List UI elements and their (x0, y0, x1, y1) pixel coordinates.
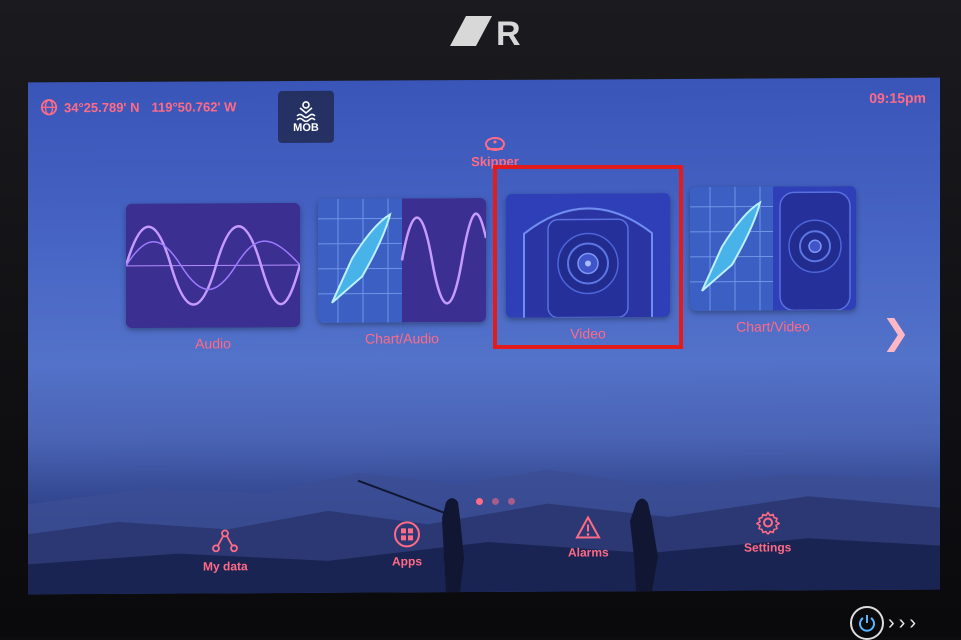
audio-thumbnail (126, 203, 300, 328)
power-button[interactable] (850, 606, 884, 640)
tile-label: Chart/Audio (365, 330, 439, 346)
tile-label: Chart/Video (736, 318, 810, 334)
chevron-right-icon: › (899, 612, 906, 635)
power-icon (858, 614, 876, 632)
latitude-value: 34°25.789' N (64, 99, 140, 114)
alarms-icon (575, 515, 601, 539)
chart-video-thumbnail (690, 186, 856, 311)
position-readout: 34°25.789' N 119°50.762' W (40, 97, 236, 116)
page-dot[interactable] (476, 498, 483, 505)
next-page-icon[interactable]: ❯ (882, 316, 911, 350)
page-dot[interactable] (508, 498, 515, 505)
app-tile-chart-video[interactable]: Chart/Video (690, 186, 856, 335)
my-data-label: My data (203, 559, 248, 573)
alarms-button[interactable]: Alarms (568, 515, 609, 559)
mob-icon (295, 100, 317, 122)
chevron-right-icon: › (909, 612, 916, 635)
chart-audio-thumbnail (318, 198, 486, 323)
page-dot[interactable] (492, 498, 499, 505)
settings-button[interactable]: Settings (744, 510, 791, 554)
selection-highlight (493, 165, 683, 349)
chevron-right-icon: › (888, 612, 895, 635)
my-data-button[interactable]: My data (203, 529, 248, 573)
background-landscape (28, 390, 940, 595)
app-tile-chart-audio[interactable]: Chart/Audio (318, 198, 486, 347)
mob-label: MOB (293, 122, 319, 134)
display-screen: 34°25.789' N 119°50.762' W 09:15pm MOB S… (28, 78, 940, 595)
settings-label: Settings (744, 540, 791, 554)
my-data-icon (212, 529, 238, 553)
mob-button[interactable]: MOB (278, 91, 334, 143)
svg-text:R: R (496, 15, 521, 50)
alarms-label: Alarms (568, 545, 609, 559)
apps-icon (393, 520, 421, 548)
raymarine-logo: R (446, 12, 536, 50)
globe-icon (40, 98, 58, 116)
longitude-value: 119°50.762' W (152, 99, 237, 114)
clock: 09:15pm (869, 90, 926, 106)
app-tile-audio[interactable]: Audio (126, 203, 300, 352)
page-indicator (476, 498, 515, 505)
device-bezel: R 34°25.789' N 119°50.762' W 09:15pm (0, 0, 961, 637)
skipper-icon (484, 136, 506, 154)
apps-button[interactable]: Apps (392, 520, 422, 568)
settings-icon (756, 510, 780, 534)
tile-label: Audio (195, 335, 231, 351)
power-controls: › › › (850, 606, 916, 640)
apps-label: Apps (392, 554, 422, 568)
